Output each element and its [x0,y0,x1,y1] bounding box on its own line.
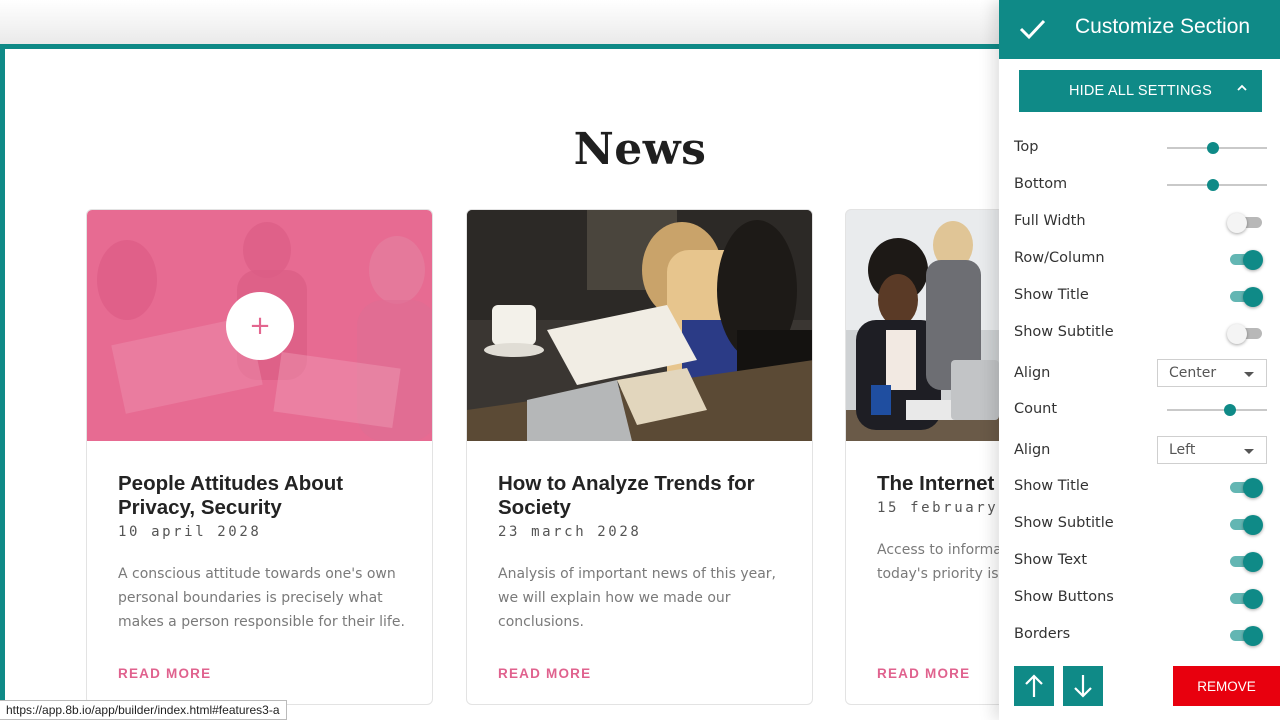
card-date[interactable]: 23 march 2028 [498,524,792,540]
show-buttons-toggle[interactable] [1230,589,1263,609]
control-align-cards: Align Left [1014,436,1269,466]
slider-thumb[interactable] [1207,142,1219,154]
show-text-toggle[interactable] [1230,552,1263,572]
control-label: Align [1014,442,1051,458]
read-more-link[interactable]: READ MORE [118,666,211,681]
control-card-show-subtitle: Show Subtitle [1014,509,1269,539]
control-label: Bottom [1014,176,1068,192]
control-show-text: Show Text [1014,546,1269,576]
full-width-toggle[interactable] [1227,213,1262,233]
section-selection-border-top [0,44,1000,49]
card-date[interactable]: 10 april 2028 [118,524,412,540]
slider-thumb[interactable] [1207,179,1219,191]
add-image-button[interactable]: + [226,292,294,360]
card-photo-laptop-notebook [467,210,812,441]
card-show-title-toggle[interactable] [1230,478,1263,498]
control-show-title: Show Title [1014,281,1269,311]
card-title[interactable]: How to Analyze Trends for Society [498,472,792,520]
remove-section-button[interactable]: REMOVE [1173,666,1280,706]
control-label: Row/Column [1014,250,1105,266]
card-show-subtitle-toggle[interactable] [1230,515,1263,535]
bottom-padding-slider[interactable] [1167,179,1267,191]
control-label: Show Subtitle [1014,324,1114,340]
control-borders: Borders [1014,620,1269,650]
control-top: Top [1014,133,1269,163]
control-label: Full Width [1014,213,1086,229]
control-show-subtitle: Show Subtitle [1014,318,1269,348]
control-align-section: Align Center [1014,359,1269,389]
slider-thumb[interactable] [1224,404,1236,416]
card-image-placeholder[interactable]: + [87,210,432,441]
move-section-up-button[interactable] [1014,666,1054,706]
move-section-down-button[interactable] [1063,666,1103,706]
control-label: Show Title [1014,287,1089,303]
panel-header: Customize Section [999,0,1280,59]
control-label: Show Buttons [1014,589,1114,605]
card-image[interactable] [467,210,812,441]
section-align-select[interactable]: Center [1157,359,1267,387]
hide-all-settings-label: HIDE ALL SETTINGS [1068,83,1213,99]
select-value: Center [1169,365,1217,381]
control-bottom: Bottom [1014,170,1269,200]
read-more-link[interactable]: READ MORE [877,666,970,681]
browser-top-strip [0,0,1000,46]
check-icon[interactable] [1017,14,1047,44]
borders-toggle[interactable] [1230,626,1263,646]
caret-down-icon [1244,372,1254,377]
card-title[interactable]: People Attitudes About Privacy, Security [118,472,412,520]
read-more-link[interactable]: READ MORE [498,666,591,681]
news-card-1: + People Attitudes About Privacy, Securi… [86,209,433,705]
count-slider[interactable] [1167,404,1267,416]
show-subtitle-toggle[interactable] [1227,324,1262,344]
card-text[interactable]: A conscious attitude towards one's own p… [118,562,412,634]
arrow-down-icon [1074,675,1092,698]
hide-all-settings-button[interactable]: HIDE ALL SETTINGS [1019,70,1262,112]
select-value: Left [1169,442,1196,458]
card-text[interactable]: Analysis of important news of this year,… [498,562,792,634]
card-body: People Attitudes About Privacy, Security… [118,472,412,634]
panel-title: Customize Section [1075,15,1251,38]
plus-icon: + [249,311,271,341]
control-row-column: Row/Column [1014,244,1269,274]
control-card-show-title: Show Title [1014,472,1269,502]
top-padding-slider[interactable] [1167,142,1267,154]
status-bar-url: https://app.8b.io/app/builder/index.html… [0,700,287,720]
control-label: Show Subtitle [1014,515,1114,531]
control-show-buttons: Show Buttons [1014,583,1269,613]
control-label: Align [1014,365,1051,381]
row-column-toggle[interactable] [1230,250,1263,270]
control-label: Count [1014,401,1058,417]
card-body: How to Analyze Trends for Society 23 mar… [498,472,792,634]
news-card-2: How to Analyze Trends for Society 23 mar… [466,209,813,705]
control-full-width: Full Width [1014,207,1269,237]
control-label: Show Title [1014,478,1089,494]
control-label: Show Text [1014,552,1088,568]
card-align-select[interactable]: Left [1157,436,1267,464]
control-count: Count [1014,395,1269,425]
chevron-up-icon [1237,84,1247,91]
control-label: Borders [1014,626,1071,642]
customize-panel: Customize Section HIDE ALL SETTINGS Top … [999,0,1280,720]
caret-down-icon [1244,449,1254,454]
show-title-toggle[interactable] [1230,287,1263,307]
arrow-up-icon [1025,674,1043,697]
control-label: Top [1014,139,1039,155]
